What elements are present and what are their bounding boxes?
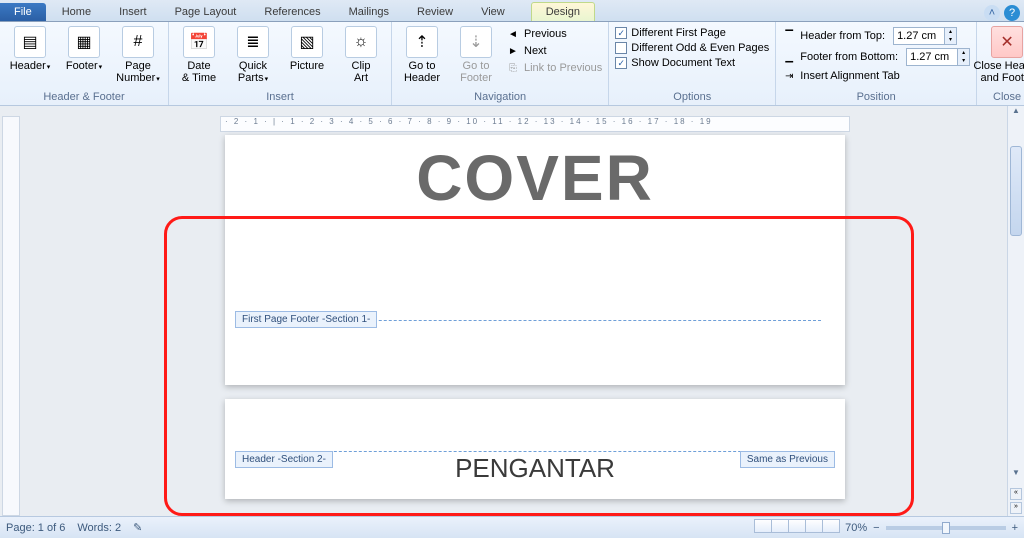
group-insert: Insert [175, 90, 385, 105]
page-2[interactable]: Header -Section 2- Same as Previous PENG… [225, 399, 845, 499]
ribbon: ▤Header ▦Footer #Page Number Header & Fo… [0, 22, 1024, 106]
clip-art-button[interactable]: ☼Clip Art [337, 24, 385, 84]
footer-section-tag: First Page Footer -Section 1- [235, 311, 377, 328]
checkbox-checked-icon: ✓ [615, 57, 627, 69]
view-buttons[interactable] [754, 519, 839, 536]
spin-down-icon[interactable]: ▾ [957, 57, 969, 65]
pengantar-title: PENGANTAR [249, 399, 821, 484]
show-document-text-checkbox[interactable]: ✓Show Document Text [615, 57, 769, 69]
group-header-footer: Header & Footer [6, 90, 162, 105]
status-words[interactable]: Words: 2 [77, 522, 121, 534]
scroll-down-icon[interactable]: ▼ [1008, 468, 1024, 484]
goto-footer-icon: ⇣ [460, 26, 492, 58]
status-page[interactable]: Page: 1 of 6 [6, 522, 65, 534]
header-from-top-spinner[interactable]: ▴▾ [893, 27, 957, 45]
tab-home[interactable]: Home [48, 3, 105, 21]
header-from-top-input[interactable] [894, 28, 944, 44]
checkbox-icon [615, 42, 627, 54]
footer-from-bottom-spinner[interactable]: ▴▾ [906, 48, 970, 66]
link-icon: ⎘ [506, 61, 520, 75]
header-from-top-label: Header from Top: [800, 30, 885, 42]
goto-header-button[interactable]: ⇡Go to Header [398, 24, 446, 84]
footer-from-bottom-label: Footer from Bottom: [800, 51, 898, 63]
header-button[interactable]: ▤Header [6, 24, 54, 74]
tab-mailings[interactable]: Mailings [335, 3, 403, 21]
document-workspace: L · 2 · 1 · | · 1 · 2 · 3 · 4 · 5 · 6 · … [0, 106, 1007, 516]
scroll-up-icon[interactable]: ▲ [1008, 106, 1024, 122]
header-section-tag: Header -Section 2- [235, 451, 333, 468]
spin-up-icon[interactable]: ▴ [944, 28, 956, 36]
header-icon: ▤ [14, 26, 46, 58]
footer-button[interactable]: ▦Footer [60, 24, 108, 74]
zoom-out-button[interactable]: − [873, 522, 879, 534]
quick-parts-button[interactable]: ≣Quick Parts [229, 24, 277, 86]
alignment-tab-icon: ⇥ [782, 69, 796, 83]
footer-from-bottom-input[interactable] [907, 49, 957, 65]
quick-parts-icon: ≣ [237, 26, 269, 58]
tab-page-layout[interactable]: Page Layout [161, 3, 251, 21]
clip-art-icon: ☼ [345, 26, 377, 58]
zoom-in-button[interactable]: + [1012, 522, 1018, 534]
header-top-icon: ▔ [782, 29, 796, 43]
goto-header-icon: ⇡ [406, 26, 438, 58]
tab-references[interactable]: References [250, 3, 334, 21]
close-header-footer-button[interactable]: ✕Close Header and Footer [983, 24, 1024, 84]
tab-view[interactable]: View [467, 3, 519, 21]
next-icon: ► [506, 44, 520, 58]
zoom-level[interactable]: 70% [845, 522, 867, 534]
tab-review[interactable]: Review [403, 3, 467, 21]
insert-alignment-tab-button[interactable]: ⇥Insert Alignment Tab [782, 69, 970, 83]
footer-icon: ▦ [68, 26, 100, 58]
group-options: Options [615, 90, 769, 105]
horizontal-ruler[interactable]: · 2 · 1 · | · 1 · 2 · 3 · 4 · 5 · 6 · 7 … [220, 116, 850, 132]
help-icon[interactable]: ? [1004, 5, 1020, 21]
spin-up-icon[interactable]: ▴ [957, 49, 969, 57]
zoom-slider[interactable] [886, 526, 1006, 530]
browse-next-icon[interactable]: » [1010, 502, 1022, 514]
page-1[interactable]: COVER First Page Footer -Section 1- [225, 135, 845, 385]
date-time-button[interactable]: 📅Date & Time [175, 24, 223, 84]
browse-prev-icon[interactable]: « [1010, 488, 1022, 500]
group-position: Position [782, 90, 970, 105]
previous-button[interactable]: ◄Previous [506, 27, 602, 41]
tab-design[interactable]: Design [531, 2, 595, 21]
cover-title: COVER [249, 135, 821, 215]
page-number-icon: # [122, 26, 154, 58]
same-as-previous-tag: Same as Previous [740, 451, 835, 468]
different-first-page-checkbox[interactable]: ✓Different First Page [615, 27, 769, 39]
minimize-ribbon-icon[interactable]: ˄ [984, 5, 1000, 21]
checkbox-checked-icon: ✓ [615, 27, 627, 39]
scroll-thumb[interactable] [1010, 146, 1022, 236]
goto-footer-button[interactable]: ⇣Go to Footer [452, 24, 500, 84]
footer-bottom-icon: ▁ [782, 50, 796, 64]
picture-icon: ▧ [291, 26, 323, 58]
close-icon: ✕ [991, 26, 1023, 58]
group-close: Close [983, 90, 1024, 105]
vertical-scrollbar[interactable]: ▲ ▼ « » [1007, 106, 1024, 516]
next-button[interactable]: ►Next [506, 44, 602, 58]
proofing-icon[interactable]: ✎ [133, 521, 142, 534]
tab-insert[interactable]: Insert [105, 3, 161, 21]
link-previous-button[interactable]: ⎘Link to Previous [506, 61, 602, 75]
picture-button[interactable]: ▧Picture [283, 24, 331, 72]
previous-icon: ◄ [506, 27, 520, 41]
tab-file[interactable]: File [0, 3, 46, 21]
group-navigation: Navigation [398, 90, 602, 105]
page-number-button[interactable]: #Page Number [114, 24, 162, 86]
different-odd-even-checkbox[interactable]: Different Odd & Even Pages [615, 42, 769, 54]
calendar-icon: 📅 [183, 26, 215, 58]
status-bar: Page: 1 of 6 Words: 2 ✎ 70% − + [0, 516, 1024, 538]
spin-down-icon[interactable]: ▾ [944, 36, 956, 44]
vertical-ruler[interactable] [2, 116, 20, 516]
